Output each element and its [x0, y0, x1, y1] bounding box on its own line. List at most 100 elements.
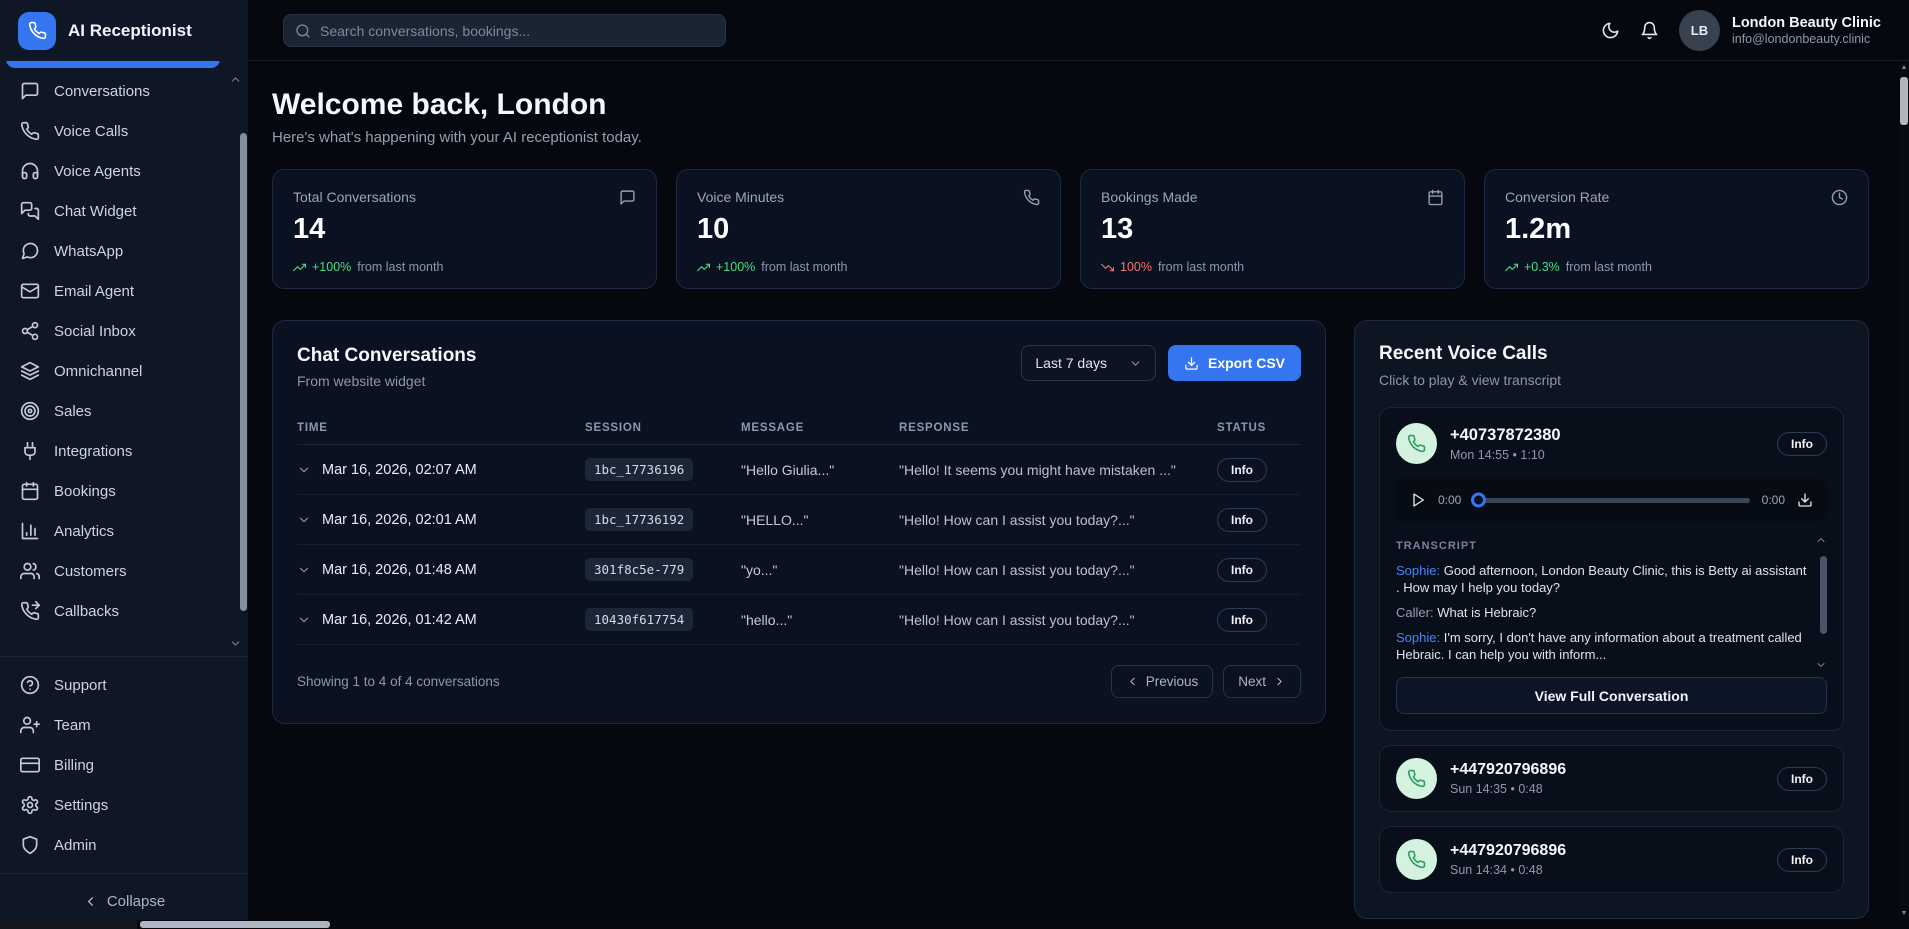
stat-trend-note: from last month: [357, 260, 443, 274]
bell-icon[interactable]: [1640, 21, 1659, 40]
page-horizontal-scrollbar[interactable]: [0, 920, 1899, 929]
previous-button[interactable]: Previous: [1111, 665, 1214, 698]
stat-trend-note: from last month: [761, 260, 847, 274]
stat-value: 10: [697, 213, 1040, 246]
search-icon: [295, 23, 311, 39]
row-time: Mar 16, 2026, 02:01 AM: [322, 512, 477, 528]
table-row[interactable]: Mar 16, 2026, 02:07 AM 1bc_17736196 "Hel…: [297, 445, 1301, 495]
sidebar-item-chat-widget[interactable]: Chat Widget: [0, 191, 248, 231]
sidebar-item-callbacks[interactable]: Callbacks: [0, 591, 248, 631]
speaker-name: Caller:: [1396, 605, 1434, 620]
horizontal-scrollbar-thumb[interactable]: [140, 921, 330, 928]
sidebar-item-sales[interactable]: Sales: [0, 391, 248, 431]
sidebar-item-team[interactable]: Team: [0, 705, 248, 745]
moon-icon[interactable]: [1601, 21, 1620, 40]
chevron-left-icon: [83, 894, 98, 909]
info-button[interactable]: Info: [1777, 848, 1827, 872]
info-button[interactable]: Info: [1217, 508, 1267, 532]
transcript-scrollbar-thumb[interactable]: [1820, 556, 1827, 634]
chevron-down-icon[interactable]: [229, 637, 242, 650]
slider-thumb[interactable]: [1471, 493, 1486, 508]
sidebar-item-analytics[interactable]: Analytics: [0, 511, 248, 551]
table-row[interactable]: Mar 16, 2026, 02:01 AM 1bc_17736192 "HEL…: [297, 495, 1301, 545]
row-time: Mar 16, 2026, 01:48 AM: [322, 562, 477, 578]
sidebar-item-settings[interactable]: Settings: [0, 785, 248, 825]
sidebar-item-support[interactable]: Support: [0, 665, 248, 705]
view-full-conversation-button[interactable]: View Full Conversation: [1396, 677, 1827, 714]
call-number: +40737872380: [1450, 426, 1764, 445]
search-input[interactable]: [320, 23, 714, 39]
page-subtitle: Here's what's happening with your AI rec…: [272, 129, 1869, 146]
download-icon[interactable]: [1797, 492, 1813, 508]
sidebar-item-bookings[interactable]: Bookings: [0, 471, 248, 511]
info-button[interactable]: Info: [1217, 558, 1267, 582]
info-button[interactable]: Info: [1777, 432, 1827, 456]
target-icon: [20, 401, 40, 421]
trending-down-icon: [1101, 261, 1114, 274]
sidebar-item-email-agent[interactable]: Email Agent: [0, 271, 248, 311]
transcript-label: TRANSCRIPT: [1396, 540, 1477, 552]
mail-icon: [20, 281, 40, 301]
stat-label: Conversion Rate: [1505, 189, 1609, 205]
next-button[interactable]: Next: [1223, 665, 1301, 698]
clock-icon: [1831, 189, 1848, 206]
date-range-select[interactable]: Last 7 days: [1021, 345, 1156, 381]
phone-icon: [1023, 189, 1040, 206]
sidebar-item-integrations[interactable]: Integrations: [0, 431, 248, 471]
play-icon[interactable]: [1410, 492, 1426, 508]
sidebar-item-voice-calls[interactable]: Voice Calls: [0, 111, 248, 151]
sidebar-item-customers[interactable]: Customers: [0, 551, 248, 591]
sidebar-item-label: Settings: [54, 797, 108, 814]
table-row[interactable]: Mar 16, 2026, 01:48 AM 301f8c5e-779 "yo.…: [297, 545, 1301, 595]
seek-slider[interactable]: [1473, 498, 1749, 503]
sidebar-item-social-inbox[interactable]: Social Inbox: [0, 311, 248, 351]
call-meta: Sun 14:34 • 0:48: [1450, 863, 1764, 877]
sidebar-item-admin[interactable]: Admin: [0, 825, 248, 865]
chevron-down-icon[interactable]: [297, 563, 311, 577]
scroll-down-arrow-icon[interactable]: ▼: [1899, 910, 1909, 917]
col-response: RESPONSE: [899, 422, 1217, 434]
sidebar-item-omnichannel[interactable]: Omnichannel: [0, 351, 248, 391]
calendar-icon: [1427, 189, 1444, 206]
table-row[interactable]: Mar 16, 2026, 01:42 AM 10430f617754 "hel…: [297, 595, 1301, 645]
call-avatar: [1396, 423, 1437, 464]
account-menu[interactable]: LB London Beauty Clinic info@londonbeaut…: [1679, 10, 1881, 51]
global-search[interactable]: [283, 14, 726, 47]
chevron-up-icon[interactable]: [229, 73, 242, 86]
call-list-item[interactable]: +447920796896 Sun 14:35 • 0:48 Info: [1379, 745, 1844, 812]
session-badge: 1bc_17736196: [585, 458, 693, 481]
phone-forwarded-icon: [20, 601, 40, 621]
vertical-scrollbar-thumb[interactable]: [1900, 77, 1908, 125]
bar-chart-icon: [20, 521, 40, 541]
message-square-icon: [619, 189, 636, 206]
info-button[interactable]: Info: [1217, 458, 1267, 482]
stat-trend-note: from last month: [1158, 260, 1244, 274]
info-button[interactable]: Info: [1777, 767, 1827, 791]
info-button[interactable]: Info: [1217, 608, 1267, 632]
call-list-item[interactable]: +447920796896 Sun 14:34 • 0:48 Info: [1379, 826, 1844, 893]
chevron-down-icon[interactable]: [297, 613, 311, 627]
chevron-down-icon[interactable]: [1815, 659, 1827, 671]
sidebar-item-conversations[interactable]: Conversations: [0, 71, 248, 111]
chevron-up-icon[interactable]: [1815, 534, 1827, 546]
sidebar-item-label: Social Inbox: [54, 323, 136, 340]
stat-trend-value: 100%: [1120, 260, 1152, 274]
export-csv-button[interactable]: Export CSV: [1168, 345, 1301, 381]
table-header: TIME SESSION MESSAGE RESPONSE STATUS: [297, 411, 1301, 445]
stat-label: Voice Minutes: [697, 189, 784, 205]
sidebar-scrollbar-thumb[interactable]: [240, 133, 247, 611]
sidebar-item-label: Sales: [54, 403, 92, 420]
sidebar-item-label: Callbacks: [54, 603, 119, 620]
sidebar-item-voice-agents[interactable]: Voice Agents: [0, 151, 248, 191]
page-vertical-scrollbar[interactable]: ▲ ▼: [1899, 61, 1909, 920]
transcript-lines[interactable]: Sophie: Good afternoon, London Beauty Cl…: [1396, 563, 1811, 663]
phone-icon: [28, 21, 47, 40]
sidebar-item-whatsapp[interactable]: WhatsApp: [0, 231, 248, 271]
chevron-down-icon[interactable]: [297, 513, 311, 527]
scroll-up-arrow-icon[interactable]: ▲: [1899, 64, 1909, 71]
headphones-icon: [20, 161, 40, 181]
stat-card-bookings-made: Bookings Made 13 100% from last month: [1080, 169, 1465, 289]
sidebar-item-billing[interactable]: Billing: [0, 745, 248, 785]
chevron-down-icon[interactable]: [297, 463, 311, 477]
avatar[interactable]: LB: [1679, 10, 1720, 51]
